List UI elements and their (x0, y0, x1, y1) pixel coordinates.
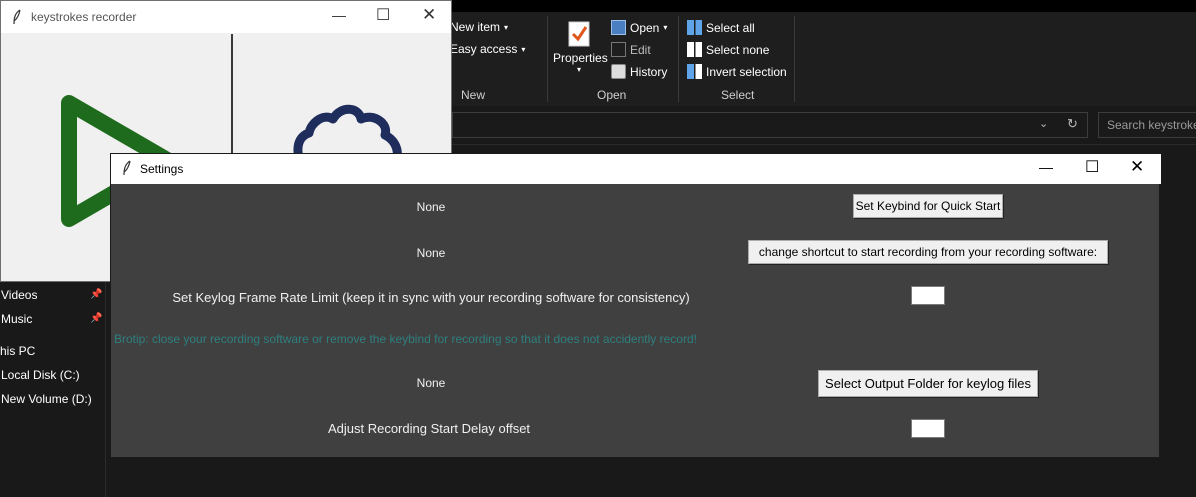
ribbon: New item ▾ Easy access ▾ New Properties … (440, 12, 1196, 106)
recorder-title-bar: keystrokes recorder — ☐ ✕ (1, 1, 451, 33)
select-all-label: Select all (706, 20, 755, 35)
close-button[interactable]: ✕ (1130, 157, 1144, 177)
open-label: Open (630, 20, 660, 35)
brotip-text: Brotip: close your recording software or… (114, 332, 697, 346)
open-icon (611, 20, 626, 35)
chevron-down-icon: ▾ (576, 65, 581, 74)
nav-item-music[interactable]: Music (0, 312, 32, 326)
feather-icon (123, 160, 131, 176)
properties-icon (568, 21, 590, 47)
output-folder-value: None (416, 376, 446, 390)
pin-icon: 📌 (90, 289, 103, 300)
properties-label: Properties (553, 51, 608, 65)
edit-button[interactable]: Edit (611, 42, 651, 57)
close-button[interactable]: ✕ (422, 5, 436, 25)
invert-selection-button[interactable]: Invert selection (687, 64, 787, 79)
frame-rate-limit-label: Set Keylog Frame Rate Limit (keep it in … (172, 290, 690, 305)
nav-item-label: Music (1, 312, 33, 326)
maximize-button[interactable]: ☐ (376, 5, 390, 25)
refresh-icon[interactable]: ↻ (1067, 116, 1078, 132)
change-recording-shortcut-button[interactable]: change shortcut to start recording from … (748, 240, 1108, 264)
maximize-button[interactable]: ☐ (1085, 157, 1099, 177)
nav-item-label: his PC (0, 344, 36, 358)
history-button[interactable]: History (611, 64, 667, 79)
ribbon-divider (794, 16, 795, 102)
new-group-label: New (461, 88, 486, 102)
easy-access-button[interactable]: Easy access ▾ (450, 42, 525, 56)
ribbon-divider (678, 16, 679, 102)
pin-icon: 📌 (90, 313, 103, 324)
open-button[interactable]: Open ▾ (611, 20, 667, 35)
settings-window: Settings — ☐ ✕ None Set Keybind for Quic… (110, 153, 1161, 458)
edit-label: Edit (630, 42, 651, 57)
search-input[interactable]: Search keystrokes (1098, 112, 1196, 138)
edit-icon (611, 42, 626, 57)
select-none-label: Select none (706, 42, 770, 57)
chevron-down-icon: ▾ (521, 44, 526, 54)
address-bar[interactable]: ⌄ ↻ (452, 112, 1088, 138)
select-none-icon (687, 42, 702, 57)
select-group-label: Select (721, 88, 755, 102)
window-title: Settings (140, 162, 184, 176)
chevron-down-icon: ▾ (504, 22, 509, 32)
open-group-label: Open (597, 88, 627, 102)
feather-icon (13, 9, 21, 25)
new-item-label: New item (450, 20, 501, 34)
minimize-button[interactable]: — (1039, 159, 1053, 175)
select-all-button[interactable]: Select all (687, 20, 755, 35)
select-none-button[interactable]: Select none (687, 42, 769, 57)
nav-item-label: Videos (1, 288, 38, 302)
navigation-pane: Videos 📌 Music 📌 his PC Local Disk (C:) … (0, 282, 106, 497)
recording-shortcut-value: None (416, 246, 446, 260)
nav-item-local-disk[interactable]: Local Disk (C:) (0, 368, 80, 382)
properties-button[interactable]: Properties ▾ (553, 20, 608, 74)
settings-title-bar: Settings — ☐ ✕ (111, 154, 1161, 184)
nav-item-this-pc[interactable]: his PC (0, 344, 35, 358)
nav-item-label: New Volume (D:) (1, 392, 92, 406)
nav-item-label: Local Disk (C:) (1, 368, 80, 382)
select-output-folder-button[interactable]: Select Output Folder for keylog files (818, 370, 1038, 397)
start-delay-offset-label: Adjust Recording Start Delay offset (327, 421, 531, 436)
nav-item-videos[interactable]: Videos (0, 288, 37, 302)
chevron-down-icon: ▾ (663, 23, 668, 32)
easy-access-label: Easy access (450, 42, 518, 56)
set-quick-start-keybind-button[interactable]: Set Keybind for Quick Start (853, 194, 1003, 218)
window-title: keystrokes recorder (31, 10, 137, 24)
select-all-icon (687, 20, 702, 35)
new-item-button[interactable]: New item ▾ (450, 20, 508, 34)
start-delay-offset-input[interactable] (911, 419, 945, 438)
history-icon (611, 64, 626, 79)
frame-rate-limit-input[interactable] (911, 286, 945, 305)
invert-selection-label: Invert selection (706, 64, 787, 79)
column-header-row (452, 144, 1196, 152)
history-label: History (630, 64, 668, 79)
nav-item-new-volume[interactable]: New Volume (D:) (0, 392, 92, 406)
gear-icon[interactable] (289, 101, 409, 161)
invert-selection-icon (687, 64, 702, 79)
quick-start-keybind-value: None (416, 200, 446, 214)
minimize-button[interactable]: — (332, 7, 346, 23)
ribbon-divider (547, 16, 548, 102)
chevron-down-icon[interactable]: ⌄ (1039, 117, 1048, 130)
